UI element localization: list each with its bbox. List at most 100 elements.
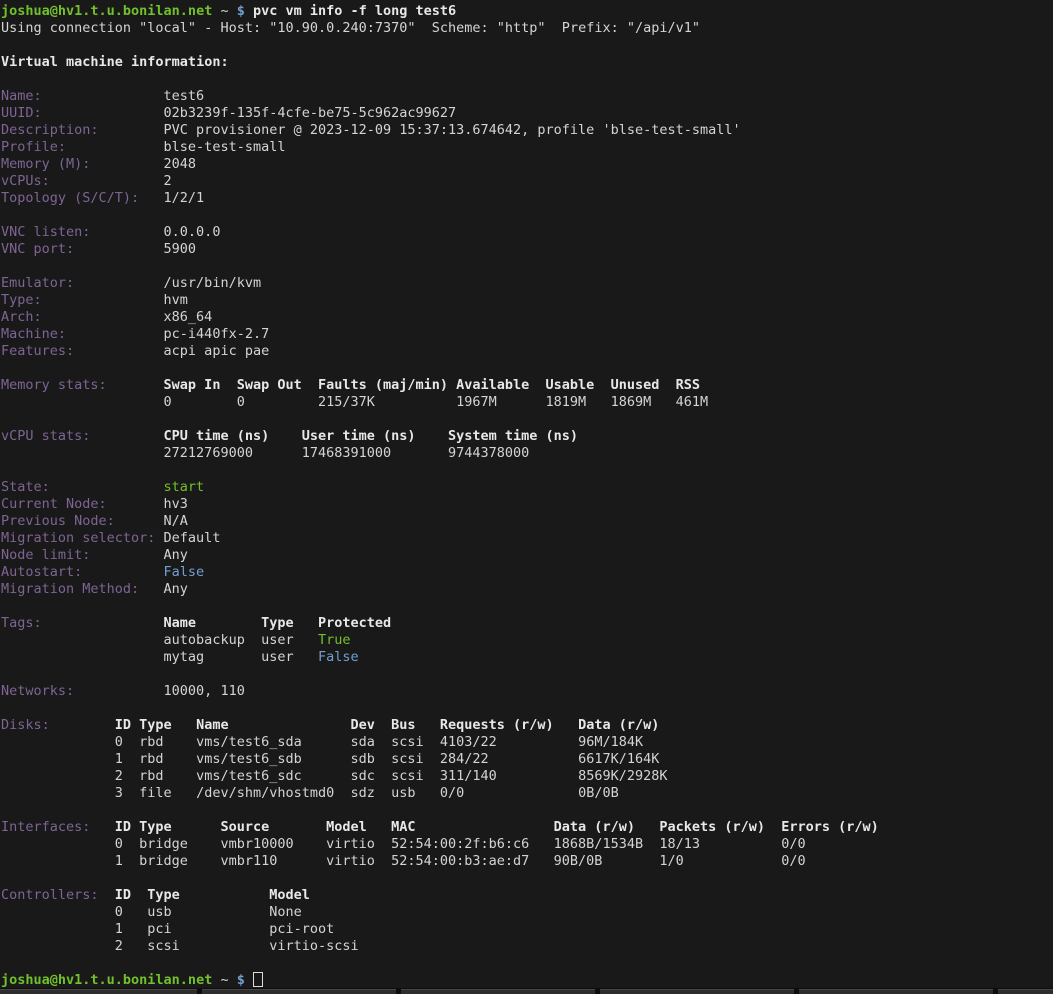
cell-value: 17468391000 (302, 445, 391, 462)
taskbar-segment[interactable] (401, 989, 595, 994)
column-header: RSS (676, 377, 700, 394)
tag-name: mytag (164, 649, 205, 666)
type-row: Type: hvm (1, 292, 1053, 309)
tag-protected: False (318, 649, 359, 666)
cell-value: 27212769000 (164, 445, 253, 462)
field-label: Migration selector: (1, 530, 155, 547)
disk-id: 3 (115, 785, 123, 802)
cell-value: 215/37K (318, 394, 375, 411)
disk-type: rbd (139, 734, 163, 751)
memory-stats-header-row: Memory stats: Swap In Swap Out Faults (m… (1, 377, 1053, 394)
interfaces-header-row: Interfaces: ID Type Source Model MAC Dat… (1, 819, 1053, 836)
blank-line (1, 870, 1053, 887)
column-header: Model (326, 819, 367, 836)
field-value: 02b3239f-135f-4cfe-be75-5c962ac99627 (164, 105, 457, 122)
blank-line (1, 360, 1053, 377)
field-label: Current Node: (1, 496, 107, 513)
disk-row: 0 rbd vms/test6_sda sda scsi 4103/22 96M… (1, 734, 1053, 751)
controller-type: scsi (147, 938, 180, 955)
field-value: x86_64 (164, 309, 213, 326)
field-label: Tags: (1, 615, 42, 632)
controller-type: pci (147, 921, 171, 938)
page-title: Virtual machine information: (1, 54, 229, 71)
iface-mac: 52:54:00:2f:b6:c6 (391, 836, 529, 853)
current-node-row: Current Node: hv3 (1, 496, 1053, 513)
column-header: Swap In (164, 377, 221, 394)
cell-value: 9744378000 (448, 445, 529, 462)
iface-errors: 0/0 (781, 836, 805, 853)
taskbar-segment[interactable] (202, 989, 396, 994)
blank-line (1, 802, 1053, 819)
taskbar-segment[interactable] (0, 989, 197, 994)
field-value: N/A (164, 513, 188, 530)
iface-packets: 1/0 (659, 853, 683, 870)
controller-row: 1 pci pci-root (1, 921, 1053, 938)
vnc-listen-row: VNC listen: 0.0.0.0 (1, 224, 1053, 241)
disk-id: 1 (115, 751, 123, 768)
terminal-cursor (253, 972, 263, 987)
field-label: State: (1, 479, 50, 496)
terminal-screen: joshua@hv1.t.u.bonilan.net ~ $ pvc vm in… (1, 3, 1053, 989)
blank-line (1, 666, 1053, 683)
field-label: Previous Node: (1, 513, 115, 530)
column-header: Available (456, 377, 529, 394)
tag-type: user (261, 649, 294, 666)
disk-bus: scsi (391, 768, 424, 785)
column-header: Unused (611, 377, 660, 394)
taskbar-segment[interactable] (799, 989, 993, 994)
info-row-uuid: UUID: 02b3239f-135f-4cfe-be75-5c962ac996… (1, 105, 1053, 122)
disk-data: 96M/184K (578, 734, 643, 751)
controllers-header-row: Controllers: ID Type Model (1, 887, 1053, 904)
column-header: Type (261, 615, 294, 632)
taskbar-segment[interactable] (998, 989, 1053, 994)
field-label: VNC listen: (1, 224, 90, 241)
terminal-window[interactable]: joshua@hv1.t.u.bonilan.net ~ $ pvc vm in… (0, 0, 1053, 994)
previous-node-row: Previous Node: N/A (1, 513, 1053, 530)
machine-row: Machine: pc-i440fx-2.7 (1, 326, 1053, 343)
command-text: pvc vm info -f long test6 (253, 3, 456, 20)
field-label: Interfaces: (1, 819, 90, 836)
field-label: Migration Method: (1, 581, 139, 598)
disk-requests: 0/0 (440, 785, 464, 802)
column-header: Model (269, 887, 310, 904)
blank-line (1, 258, 1053, 275)
column-header: Source (220, 819, 269, 836)
disk-row: 2 rbd vms/test6_sdc sdc scsi 311/140 856… (1, 768, 1053, 785)
taskbar-segment[interactable] (600, 989, 794, 994)
vcpu-stats-values-row: 27212769000 17468391000 9744378000 (1, 445, 1053, 462)
shell-prompt-line[interactable]: joshua@hv1.t.u.bonilan.net ~ $ (1, 972, 1053, 989)
disk-row: 1 rbd vms/test6_sdb sdb scsi 284/22 6617… (1, 751, 1053, 768)
iface-errors: 0/0 (781, 853, 805, 870)
field-label: Controllers: (1, 887, 99, 904)
iface-source: vmbr110 (220, 853, 277, 870)
field-value: blse-test-small (164, 139, 286, 156)
disk-name: /dev/shm/vhostmd0 (196, 785, 334, 802)
column-header: Requests (r/w) (440, 717, 554, 734)
column-header: Data (r/w) (554, 819, 635, 836)
column-header: Data (r/w) (578, 717, 659, 734)
iface-data: 90B/0B (554, 853, 603, 870)
tag-row: autobackup user True (1, 632, 1053, 649)
emulator-row: Emulator: /usr/bin/kvm (1, 275, 1053, 292)
field-label: UUID: (1, 105, 42, 122)
iface-model: virtio (326, 836, 375, 853)
info-row-profile: Profile: blse-test-small (1, 139, 1053, 156)
cell-value: 461M (676, 394, 709, 411)
blank-line (1, 37, 1053, 54)
disk-data: 0B/0B (578, 785, 619, 802)
field-label: Description: (1, 122, 99, 139)
iface-packets: 18/13 (659, 836, 700, 853)
prompt-user-host: joshua@hv1.t.u.bonilan.net (1, 3, 212, 20)
column-header: Swap Out (237, 377, 302, 394)
tags-header-row: Tags: Name Type Protected (1, 615, 1053, 632)
field-label: Arch: (1, 309, 42, 326)
cell-value: 0 (237, 394, 245, 411)
field-value: acpi apic pae (164, 343, 270, 360)
column-header: Bus (391, 717, 415, 734)
disk-dev: sdc (350, 768, 374, 785)
disks-header-row: Disks: ID Type Name Dev Bus Requests (r/… (1, 717, 1053, 734)
field-value: hv3 (164, 496, 188, 513)
field-value: Any (164, 581, 188, 598)
disk-type: file (139, 785, 172, 802)
disk-dev: sda (350, 734, 374, 751)
